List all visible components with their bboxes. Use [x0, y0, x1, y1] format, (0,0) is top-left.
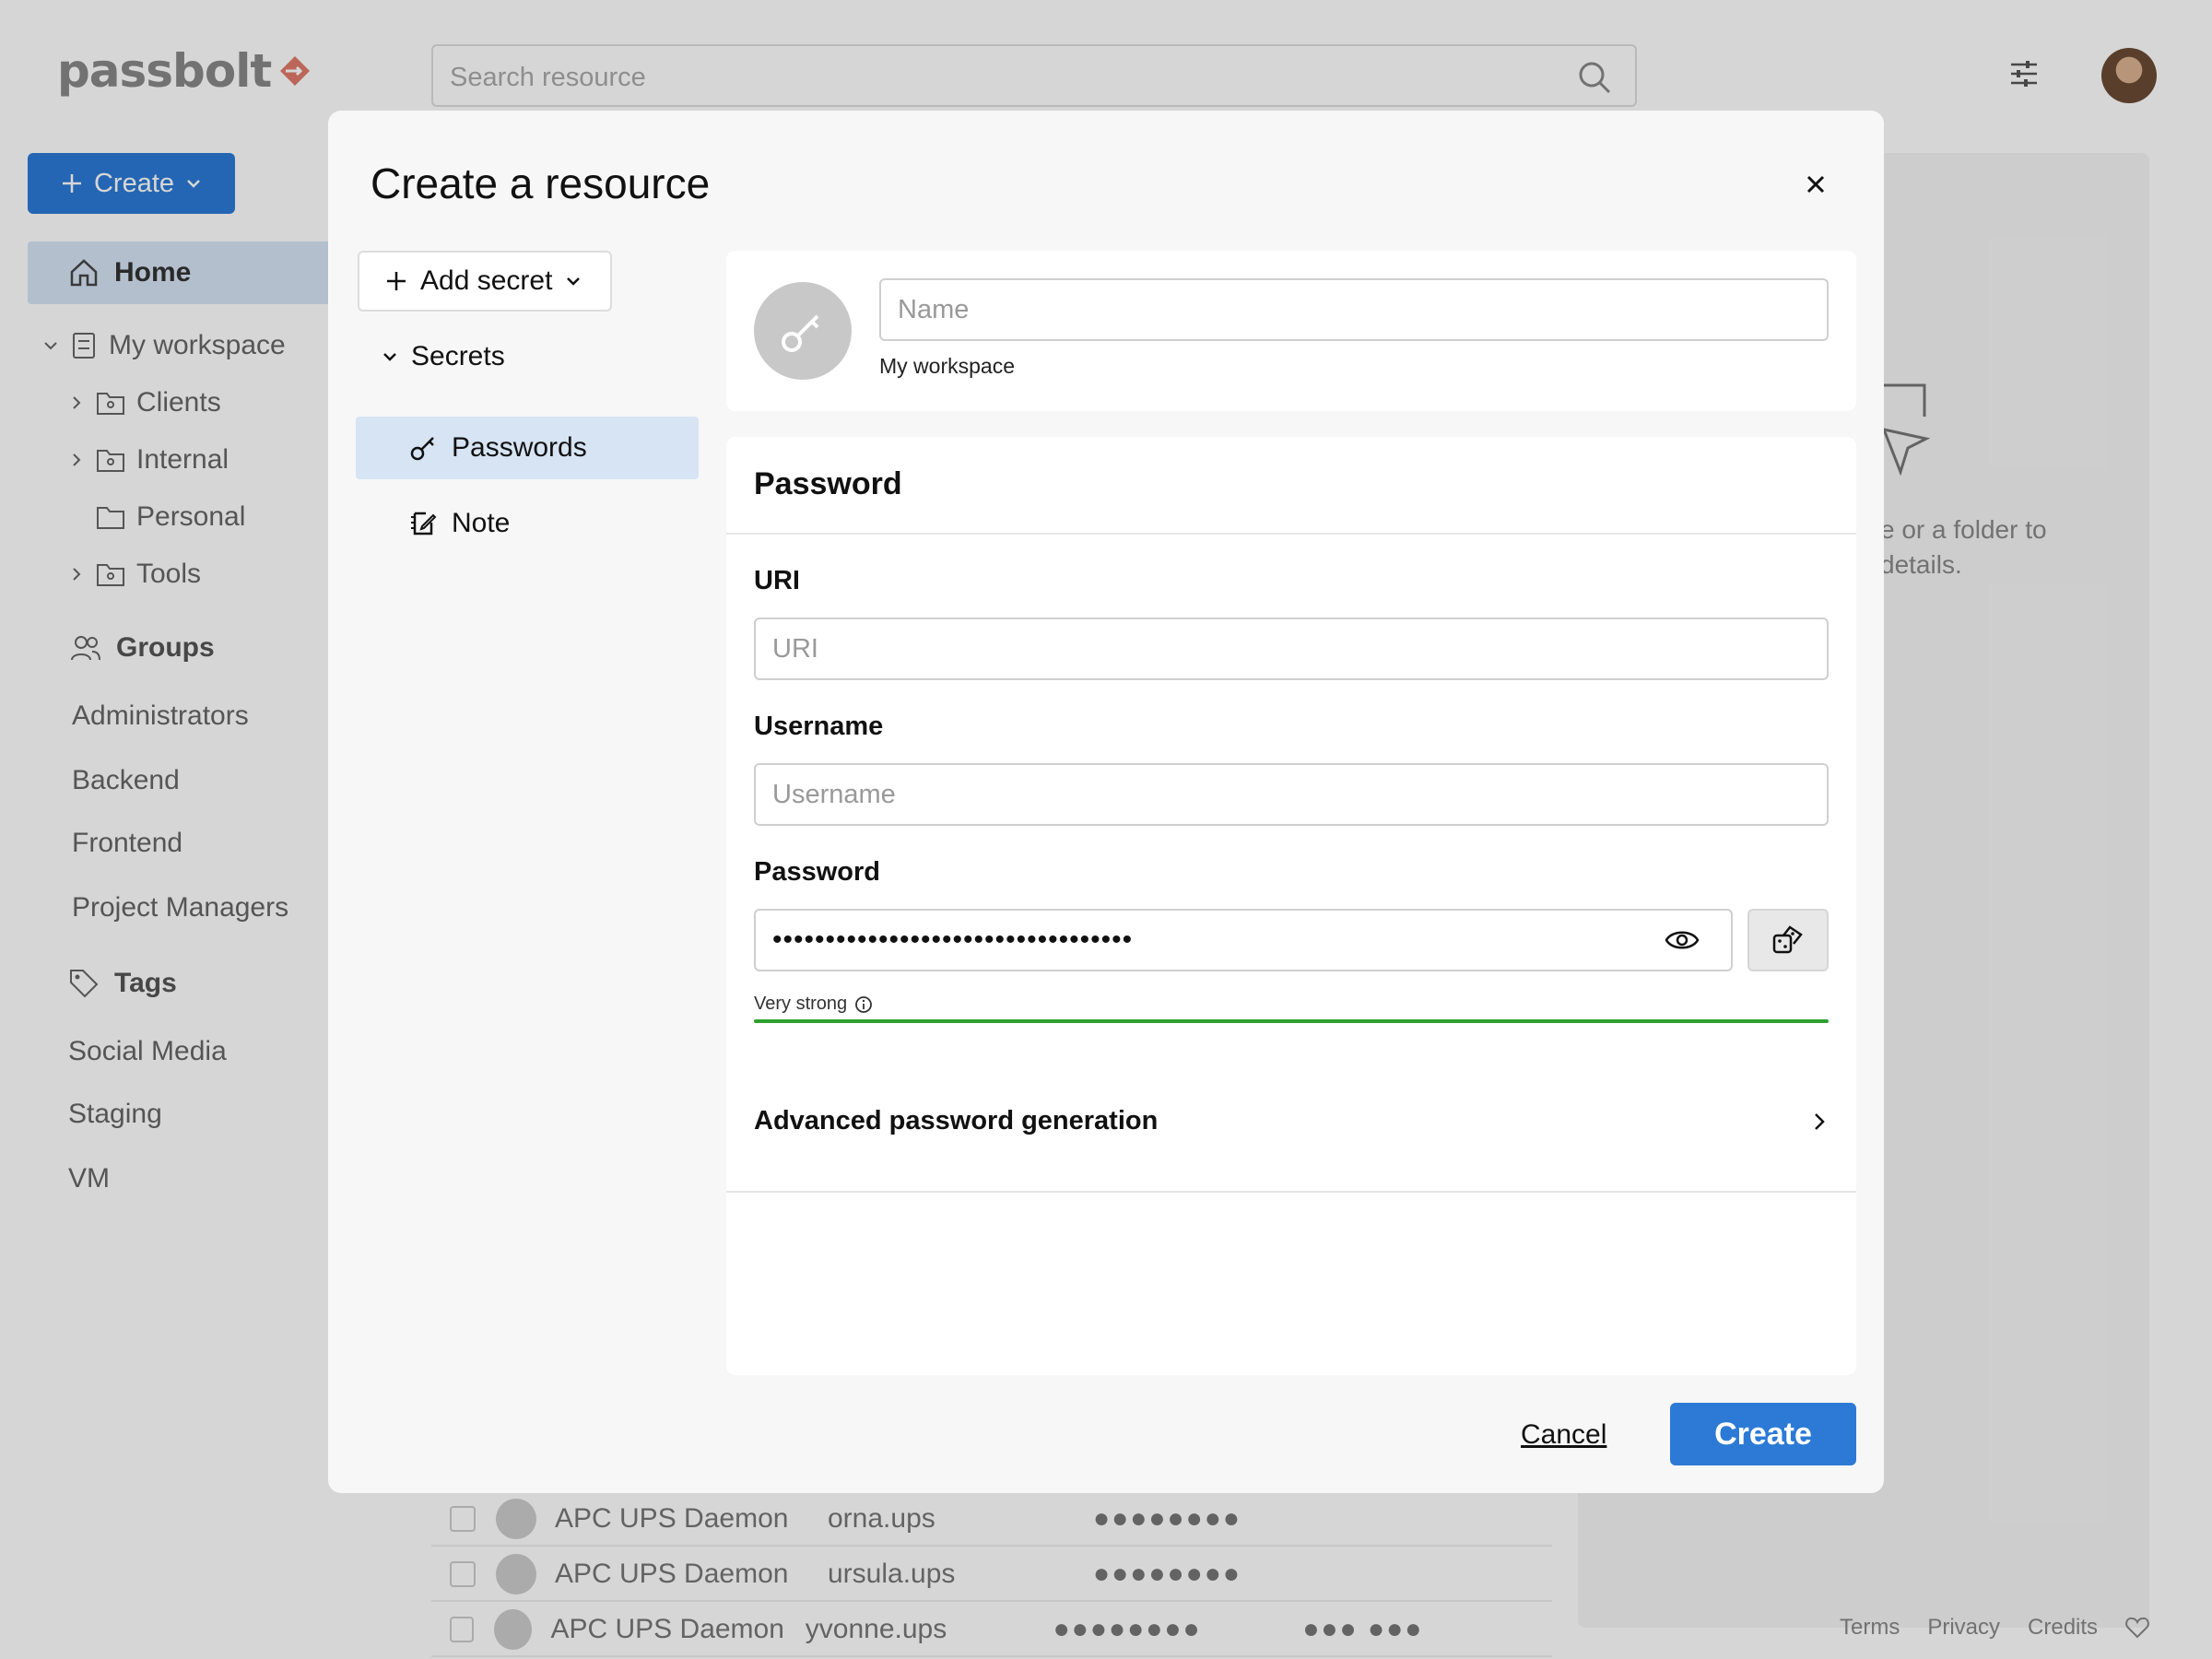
key-icon: [410, 437, 434, 461]
divider: [726, 1191, 1856, 1193]
chevron-down-icon: [567, 277, 581, 286]
create-submit-button[interactable]: Create: [1670, 1403, 1856, 1465]
username-placeholder: Username: [772, 779, 896, 809]
dialog-title: Create a resource: [371, 159, 711, 207]
username-input[interactable]: Username: [754, 763, 1829, 826]
strength-label: Very strong: [754, 994, 848, 1014]
resource-name-card: Name My workspace: [726, 251, 1856, 411]
uri-placeholder: URI: [772, 633, 818, 664]
eye-icon[interactable]: [1665, 925, 1700, 955]
add-secret-button[interactable]: Add secret: [358, 251, 612, 312]
secret-type-label: Note: [452, 508, 511, 538]
uri-input[interactable]: URI: [754, 618, 1829, 680]
advanced-label: Advanced password generation: [754, 1106, 1159, 1135]
divider: [726, 533, 1856, 535]
info-icon[interactable]: [854, 995, 873, 1014]
note-icon: [411, 512, 437, 535]
create-submit-label: Create: [1714, 1416, 1812, 1452]
secrets-section-toggle[interactable]: Secrets: [382, 341, 505, 372]
password-input[interactable]: ••••••••••••••••••••••••••••••••••: [754, 909, 1733, 971]
add-secret-label: Add secret: [420, 265, 553, 296]
cancel-button[interactable]: Cancel: [1521, 1419, 1606, 1451]
name-input[interactable]: Name: [879, 278, 1829, 341]
uri-label: URI: [754, 566, 800, 595]
password-strength: Very strong: [754, 994, 873, 1015]
key-icon: [782, 314, 819, 352]
password-value: ••••••••••••••••••••••••••••••••••: [772, 924, 1134, 955]
section-title: Password: [754, 466, 902, 501]
secret-type-note[interactable]: Note: [356, 492, 699, 555]
secret-type-passwords[interactable]: Passwords: [356, 417, 699, 479]
name-placeholder: Name: [898, 294, 970, 324]
create-resource-dialog: Create a resource Add secret Secrets Pas…: [328, 111, 1884, 1493]
password-label: Password: [754, 857, 880, 887]
chevron-right-icon: [1815, 1112, 1825, 1130]
folder-location[interactable]: My workspace: [879, 354, 1015, 379]
strength-bar: [754, 1019, 1829, 1023]
chevron-down-icon: [383, 353, 396, 361]
advanced-password-generation-toggle[interactable]: Advanced password generation: [754, 1106, 1829, 1136]
dice-icon: [1772, 925, 1803, 954]
plus-icon: [387, 272, 406, 290]
password-section-card: Password URI URI Username Username Passw…: [726, 437, 1856, 1375]
generate-password-button[interactable]: [1747, 909, 1829, 971]
username-label: Username: [754, 712, 884, 741]
resource-icon[interactable]: [754, 282, 852, 380]
secret-type-label: Passwords: [452, 432, 587, 463]
close-icon[interactable]: [1799, 168, 1832, 201]
secrets-heading: Secrets: [411, 341, 505, 371]
